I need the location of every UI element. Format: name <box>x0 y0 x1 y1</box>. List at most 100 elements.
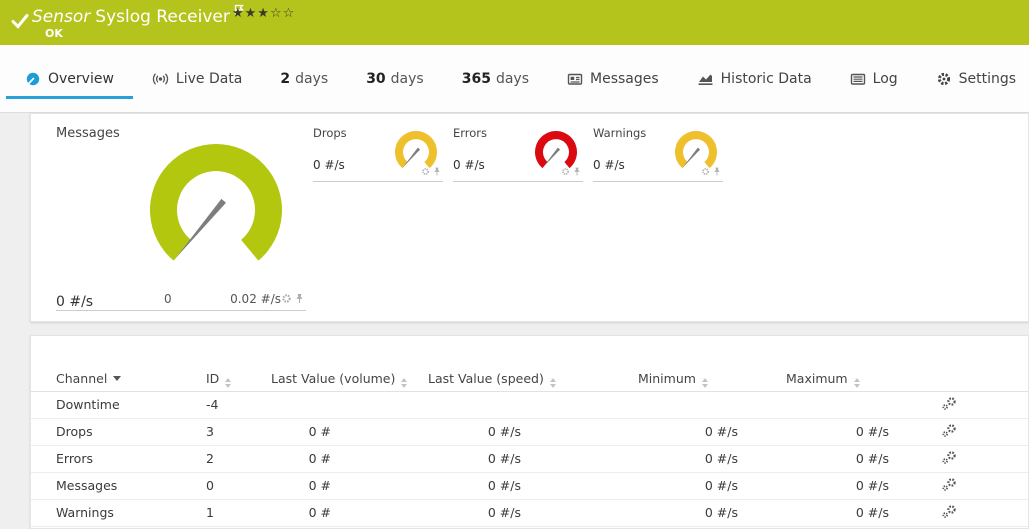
page-title: SensorSyslog Receiver <box>32 7 244 27</box>
tab-label: Historic Data <box>721 71 812 87</box>
sort-descending-icon <box>113 376 121 381</box>
cell-last-value-volume: 0 # <box>231 478 331 493</box>
gear-icon <box>936 71 952 87</box>
cell-last-value-volume: 0 # <box>231 451 331 466</box>
divider <box>593 181 723 182</box>
gauge-max-label: 0.02 #/s <box>230 292 281 306</box>
cell-minimum: 0 #/s <box>608 478 738 493</box>
cell-last-value-speed: 0 #/s <box>391 505 521 520</box>
tab-label: days <box>496 71 529 87</box>
divider <box>453 181 583 182</box>
divider <box>313 181 443 182</box>
table-row-downtime: Downtime -4 <box>31 392 1028 419</box>
channel-settings-gears-icon[interactable] <box>924 396 974 414</box>
cell-channel: Warnings <box>56 505 114 520</box>
gauge-needle <box>175 199 226 259</box>
gear-icon[interactable] <box>561 161 570 180</box>
sort-icon <box>225 378 231 388</box>
priority-star-rating[interactable]: ★★★☆☆ <box>232 6 295 21</box>
tab-live-data[interactable]: Live Data <box>133 45 261 112</box>
gauge-drops: Drops 0 #/s <box>313 126 443 176</box>
tab-overview[interactable]: Overview <box>6 45 133 112</box>
column-header-minimum[interactable]: Minimum <box>638 371 708 388</box>
cell-maximum: 0 #/s <box>759 451 889 466</box>
column-header-last-value-volume[interactable]: Last Value (volume) <box>271 371 407 388</box>
cell-maximum: 0 #/s <box>759 505 889 520</box>
gear-icon[interactable] <box>421 161 430 180</box>
table-body: Downtime -4 Drops 3 0 # 0 #/s 0 #/s 0 #/… <box>31 392 1028 527</box>
table-row-messages: Messages 0 0 # 0 #/s 0 #/s 0 #/s <box>31 473 1028 500</box>
sensor-tab-bar: Overview Live Data 2 days 30 days 365 da… <box>0 45 1029 113</box>
sort-icon <box>702 378 708 388</box>
tab-messages[interactable]: Messages <box>548 45 678 112</box>
tab-historic-data[interactable]: Historic Data <box>678 45 831 112</box>
gauge-messages: Messages 0 0.02 #/s 0 #/s <box>56 126 306 311</box>
sensor-name: Syslog Receiver <box>95 7 230 27</box>
gauge-current-value: 0 #/s <box>56 294 93 310</box>
channel-settings-gears-icon[interactable] <box>924 450 974 468</box>
cell-channel: Messages <box>56 478 117 493</box>
cell-id: 1 <box>206 505 214 520</box>
channel-settings-gears-icon[interactable] <box>924 504 974 522</box>
cell-channel: Drops <box>56 424 93 439</box>
active-tab-underline <box>6 96 133 99</box>
gauge-dial <box>136 142 296 282</box>
column-header-last-value-speed[interactable]: Last Value (speed) <box>428 371 556 388</box>
cell-id: 2 <box>206 451 214 466</box>
pin-icon[interactable] <box>713 161 721 180</box>
sensor-type-label: Sensor <box>32 7 90 27</box>
cell-last-value-volume: 0 # <box>231 424 331 439</box>
column-header-id[interactable]: ID <box>206 371 231 388</box>
gauge-icon <box>25 71 41 87</box>
table-row-errors: Errors 2 0 # 0 #/s 0 #/s 0 #/s <box>31 446 1028 473</box>
tab-label: Settings <box>959 71 1016 87</box>
tab-settings[interactable]: Settings <box>917 45 1029 112</box>
sort-icon <box>401 378 407 388</box>
gauge-title: Messages <box>56 126 120 141</box>
cell-minimum: 0 #/s <box>608 451 738 466</box>
gauge-current-value: 0 #/s <box>593 158 625 172</box>
broadcast-icon <box>152 71 169 87</box>
gauge-title: Drops <box>313 126 347 140</box>
status-ok-check-icon <box>11 12 29 34</box>
tab-label: days <box>295 71 328 87</box>
tab-label: Messages <box>590 71 659 87</box>
tab-log[interactable]: Log <box>831 45 917 112</box>
cell-last-value-volume: 0 # <box>231 505 331 520</box>
tab-number: 30 <box>366 71 385 87</box>
tab-label: days <box>391 71 424 87</box>
gear-icon[interactable] <box>701 161 710 180</box>
tab-365-days[interactable]: 365 days <box>443 45 548 112</box>
cell-minimum: 0 #/s <box>608 424 738 439</box>
tab-label: Log <box>873 71 898 87</box>
tab-30-days[interactable]: 30 days <box>347 45 443 112</box>
cell-id: 3 <box>206 424 214 439</box>
pin-icon[interactable] <box>295 289 304 308</box>
tab-2-days[interactable]: 2 days <box>261 45 347 112</box>
pin-icon[interactable] <box>433 161 441 180</box>
channel-table-panel: Channel ID Last Value (volume) Last Valu… <box>30 335 1029 529</box>
tab-number: 2 <box>280 71 290 87</box>
cell-last-value-speed: 0 #/s <box>391 424 521 439</box>
gauge-needle <box>683 148 701 168</box>
tab-label: Overview <box>48 71 114 87</box>
cell-minimum: 0 #/s <box>608 505 738 520</box>
pin-icon[interactable] <box>573 161 581 180</box>
log-icon <box>850 71 866 87</box>
tab-label: Live Data <box>176 71 242 87</box>
sort-icon <box>550 378 556 388</box>
table-row-warnings: Warnings 1 0 # 0 #/s 0 #/s 0 #/s <box>31 500 1028 527</box>
column-header-maximum[interactable]: Maximum <box>786 371 860 388</box>
gauge-warnings: Warnings 0 #/s <box>593 126 723 176</box>
divider <box>56 310 306 311</box>
gauge-min-label: 0 <box>164 292 172 306</box>
table-header-row: Channel ID Last Value (volume) Last Valu… <box>31 366 1028 392</box>
sensor-header-bar: SensorSyslog Receiver ★★★☆☆ OK <box>0 0 1029 45</box>
messages-icon <box>567 71 583 87</box>
gauge-title: Errors <box>453 126 487 140</box>
gear-icon[interactable] <box>281 289 292 308</box>
channel-settings-gears-icon[interactable] <box>924 477 974 495</box>
column-header-channel[interactable]: Channel <box>56 371 121 386</box>
channel-settings-gears-icon[interactable] <box>924 423 974 441</box>
cell-id: 0 <box>206 478 214 493</box>
